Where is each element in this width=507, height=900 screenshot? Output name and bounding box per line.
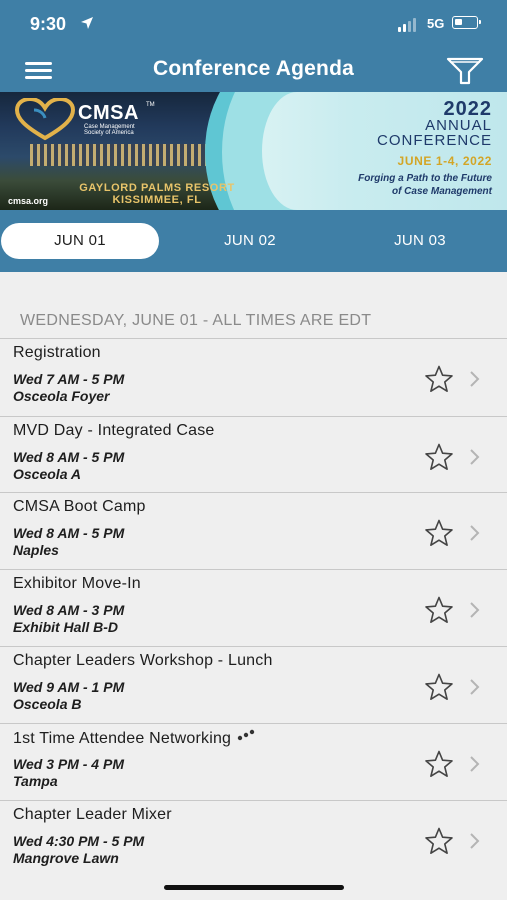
session-time: Wed 4:30 PM - 5 PM — [13, 833, 145, 849]
favorite-star-icon[interactable] — [424, 749, 454, 779]
chevron-right-icon — [470, 756, 480, 772]
session-time: Wed 8 AM - 5 PM — [13, 449, 125, 465]
status-time: 9:30 — [30, 14, 67, 34]
network-label: 5G — [427, 16, 445, 31]
cmsa-heart-logo-icon — [14, 98, 76, 141]
conference-banner: CMSA TM Case Management Society of Ameri… — [0, 92, 507, 210]
session-row[interactable]: Registration Wed 7 AM - 5 PM Osceola Foy… — [0, 338, 507, 416]
signal-icon — [398, 18, 416, 32]
chevron-right-icon — [470, 602, 480, 618]
session-row[interactable]: Chapter Leader Mixer Wed 4:30 PM - 5 PM … — [0, 800, 507, 878]
session-row[interactable]: MVD Day - Integrated Case Wed 8 AM - 5 P… — [0, 416, 507, 492]
session-time: Wed 3 PM - 4 PM — [13, 756, 124, 772]
location-arrow-icon — [81, 17, 93, 29]
home-indicator[interactable] — [164, 885, 344, 890]
session-time: Wed 9 AM - 1 PM — [13, 679, 125, 695]
day-tabs: JUN 01 JUN 02 JUN 03 — [0, 210, 507, 272]
session-time: Wed 8 AM - 3 PM — [13, 602, 125, 618]
session-row[interactable]: Exhibitor Move-In Wed 8 AM - 3 PM Exhibi… — [0, 569, 507, 646]
session-row[interactable]: 1st Time Attendee Networking Wed 3 PM - … — [0, 723, 507, 800]
chevron-right-icon — [470, 525, 480, 541]
site-url: cmsa.org — [8, 196, 49, 206]
chevron-right-icon — [470, 449, 480, 465]
session-time: Wed 8 AM - 5 PM — [13, 525, 125, 541]
session-location: Osceola Foyer — [13, 388, 110, 404]
conference-tagline-1: Forging a Path to the Future — [358, 173, 492, 184]
session-title-text: 1st Time Attendee Networking — [13, 730, 232, 747]
session-location: Naples — [13, 542, 59, 558]
status-bar: 9:30 5G — [0, 0, 507, 48]
chevron-right-icon — [470, 371, 480, 387]
conference-dates: JUNE 1-4, 2022 — [397, 154, 492, 168]
tab-jun-03[interactable]: JUN 03 — [341, 223, 499, 259]
logo-subtitle: Case Management Society of America — [84, 124, 135, 136]
favorite-star-icon[interactable] — [424, 442, 454, 472]
session-location: Exhibit Hall B-D — [13, 619, 119, 635]
favorite-star-icon[interactable] — [424, 364, 454, 394]
favorite-star-icon[interactable] — [424, 518, 454, 548]
resort-line-1: GAYLORD PALMS RESORT — [79, 182, 235, 194]
session-location: Mangrove Lawn — [13, 850, 119, 866]
resort-name: GAYLORD PALMS RESORT KISSIMMEE, FL — [52, 182, 262, 206]
tab-jun-01[interactable]: JUN 01 — [1, 223, 159, 259]
session-title: 1st Time Attendee Networking — [13, 729, 255, 748]
session-title: Exhibitor Move-In — [13, 575, 141, 592]
chevron-right-icon — [470, 679, 480, 695]
conference-tagline-2: of Case Management — [391, 186, 492, 197]
favorite-star-icon[interactable] — [424, 826, 454, 856]
session-row[interactable]: CMSA Boot Camp Wed 8 AM - 5 PM Naples — [0, 492, 507, 569]
session-location: Tampa — [13, 773, 58, 789]
session-title: CMSA Boot Camp — [13, 498, 146, 515]
section-header: WEDNESDAY, JUNE 01 - ALL TIMES ARE EDT — [20, 312, 372, 329]
session-location: Osceola A — [13, 466, 81, 482]
session-title: Registration — [13, 344, 101, 361]
conference-line-2: CONFERENCE — [376, 132, 492, 149]
tab-jun-02[interactable]: JUN 02 — [171, 223, 329, 259]
session-time: Wed 7 AM - 5 PM — [13, 371, 125, 387]
session-title: Chapter Leader Mixer — [13, 806, 172, 823]
logo-trademark: TM — [146, 102, 155, 108]
session-location: Osceola B — [13, 696, 82, 712]
session-title: Chapter Leaders Workshop - Lunch — [13, 652, 273, 669]
session-row[interactable]: Chapter Leaders Workshop - Lunch Wed 9 A… — [0, 646, 507, 723]
session-title: MVD Day - Integrated Case — [13, 422, 215, 439]
favorite-star-icon[interactable] — [424, 595, 454, 625]
battery-icon — [452, 16, 481, 29]
nav-bar: Conference Agenda — [0, 48, 507, 92]
page-title: Conference Agenda — [153, 57, 354, 80]
cmsa-logo-text: CMSA — [78, 102, 139, 124]
networking-people-icon — [237, 729, 255, 741]
resort-line-2: KISSIMMEE, FL — [112, 194, 202, 206]
filter-funnel-icon[interactable] — [446, 56, 484, 86]
chevron-right-icon — [470, 833, 480, 849]
favorite-star-icon[interactable] — [424, 672, 454, 702]
